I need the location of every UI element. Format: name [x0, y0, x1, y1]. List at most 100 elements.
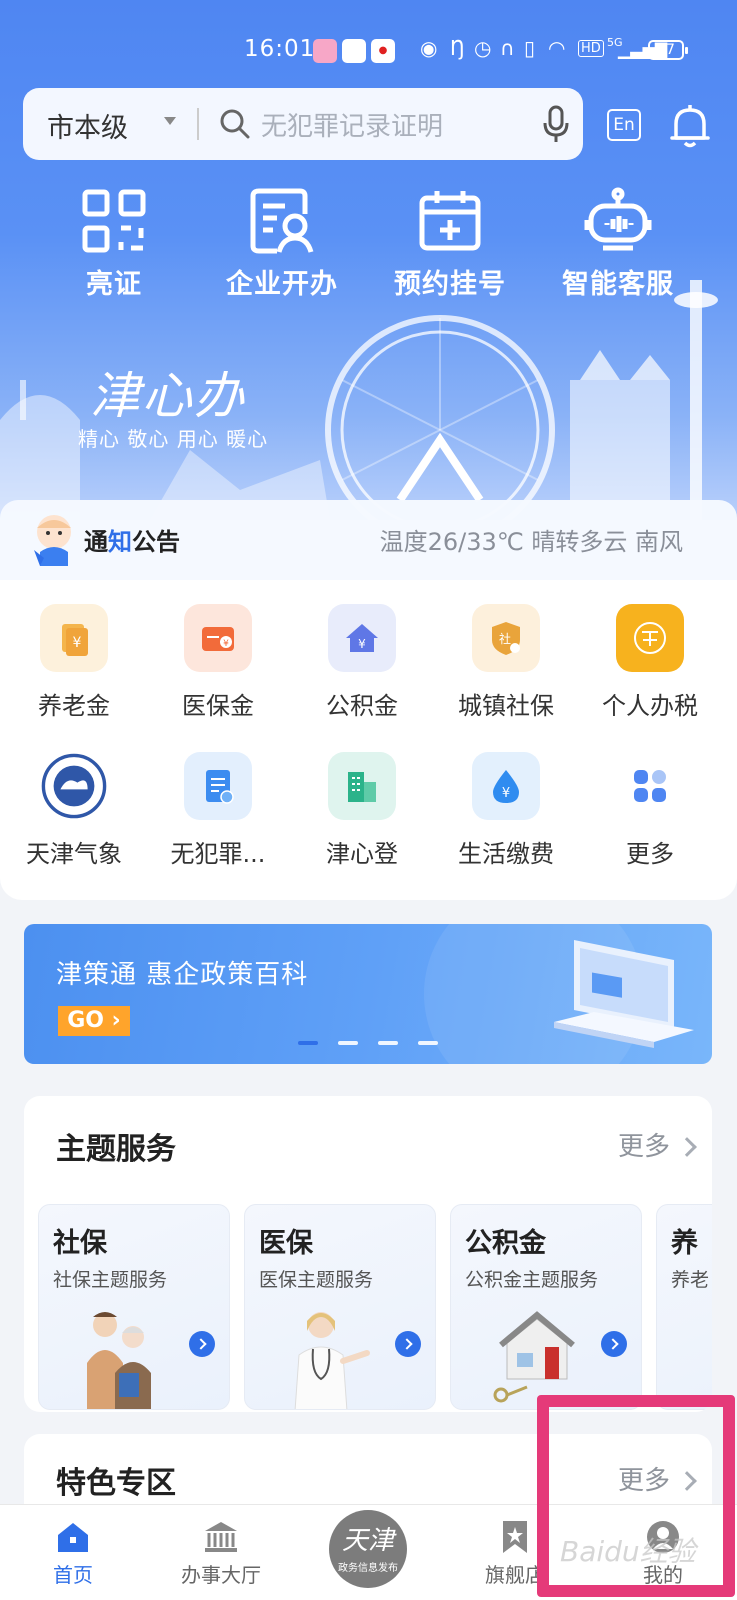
theme-card-housing-fund[interactable]: 公积金 公积金主题服务	[450, 1204, 642, 1410]
mascot-icon	[34, 515, 71, 566]
bell-icon[interactable]	[668, 102, 712, 150]
nav-label: 办事大厅	[181, 1563, 261, 1587]
service-personal-tax[interactable]: 个人办税	[580, 604, 720, 721]
home-icon	[58, 1523, 88, 1552]
quick-action-label: 预约挂号	[394, 269, 506, 300]
notice-bar[interactable]: 通知公告 温度26/33℃ 晴转多云 南风	[0, 500, 737, 580]
nav-center-caption: 政务信息发布	[338, 1563, 398, 1574]
service-label: 养老金	[38, 692, 110, 720]
section-title: 特色专区	[56, 1466, 176, 1501]
svg-text:¥: ¥	[502, 786, 510, 801]
policy-banner[interactable]: 津策通 惠企政策百科 GO ›	[24, 924, 712, 1064]
theme-card-medical-insurance[interactable]: 医保 医保主题服务	[244, 1204, 436, 1410]
service-housing-fund[interactable]: ¥ 公积金	[292, 604, 432, 721]
service-jinxindeng[interactable]: 津心登	[292, 752, 432, 869]
theme-card-title: 公积金	[465, 1228, 546, 1259]
robot-icon	[584, 187, 652, 251]
nav-tianjin-release[interactable]: 天津 政务信息发布	[329, 1510, 407, 1588]
quick-action-label: 企业开办	[226, 269, 338, 300]
svg-text:¥: ¥	[223, 639, 229, 649]
quick-action-appointment[interactable]: 预约挂号	[380, 186, 520, 301]
chevron-right-icon[interactable]	[677, 1137, 697, 1157]
app-notification-icon	[313, 39, 337, 63]
nav-service-hall[interactable]: 办事大厅	[166, 1519, 276, 1588]
svg-text:¥: ¥	[73, 635, 82, 651]
theme-card-subtitle: 养老	[671, 1269, 710, 1291]
search-input[interactable]: 无犯罪记录证明	[261, 106, 443, 143]
notice-title: 通知公告	[84, 522, 180, 557]
house-key-photo	[493, 1311, 575, 1403]
nfc-icon: Ŋ	[450, 36, 465, 60]
theme-card-title: 医保	[259, 1228, 313, 1259]
divider	[197, 108, 199, 140]
theme-card-title: 养	[671, 1228, 698, 1259]
quick-action-label: 智能客服	[562, 269, 674, 300]
more-link[interactable]: 更多	[618, 1126, 670, 1163]
service-medical-insurance[interactable]: ¥ 医保金	[148, 604, 288, 721]
nav-home[interactable]: 首页	[18, 1519, 128, 1588]
baidu-watermark: Baidu经验	[560, 1535, 696, 1568]
banner-go-button[interactable]: GO ›	[58, 1006, 130, 1036]
theme-card-subtitle: 社保主题服务	[53, 1269, 168, 1291]
pension-icon: ¥	[40, 604, 108, 672]
service-label: 无犯罪...	[170, 840, 266, 868]
eye-icon: ◉	[420, 36, 438, 60]
medical-insurance-icon: ¥	[184, 604, 252, 672]
search-bar[interactable]: 市本级 无犯罪记录证明	[23, 88, 583, 160]
hero-header: 16:01 ● ◉ Ŋ ◷ ∩ ▯ ◠ HD 5G ▁▃▅▇ 97 市本级 无犯…	[0, 0, 737, 520]
government-hall-icon	[205, 1522, 237, 1552]
notice-title-part: 公告	[132, 528, 180, 556]
qr-grid-icon	[82, 189, 146, 253]
theme-card-title: 社保	[53, 1228, 107, 1259]
service-label: 更多	[626, 840, 674, 868]
theme-card-subtitle: 医保主题服务	[259, 1269, 374, 1291]
bookmark-star-icon	[503, 1521, 527, 1553]
arrow-right-icon[interactable]	[189, 1331, 215, 1357]
notice-title-highlight: 知	[108, 528, 132, 556]
nav-label: 首页	[53, 1563, 93, 1587]
quick-action-smart-service[interactable]: 智能客服	[548, 186, 688, 301]
region-selector[interactable]: 市本级	[47, 106, 128, 145]
alarm-icon: ◷	[474, 36, 492, 60]
quick-action-label: 亮证	[86, 269, 142, 300]
carousel-dot[interactable]	[378, 1041, 398, 1045]
service-label: 城镇社保	[458, 692, 554, 720]
service-tianjin-weather[interactable]: 天津气象	[4, 752, 144, 869]
svg-text:社: 社	[499, 631, 511, 646]
service-pension[interactable]: ¥ 养老金	[4, 604, 144, 721]
certificate-icon	[184, 752, 252, 820]
status-bar: 16:01 ● ◉ Ŋ ◷ ∩ ▯ ◠ HD 5G ▁▃▅▇ 97	[0, 30, 737, 70]
arrow-right-icon[interactable]	[395, 1331, 421, 1357]
app-notification-icon	[342, 39, 366, 63]
microphone-icon[interactable]	[541, 104, 571, 144]
social-security-icon: 社	[472, 604, 540, 672]
battery-indicator: 97	[648, 40, 688, 60]
theme-card-subtitle: 公积金主题服务	[465, 1269, 599, 1291]
theme-services-section: 主题服务 更多 社保 社保主题服务 医保 医保主题服务 公积金 公积金主题服务	[24, 1096, 712, 1412]
theme-card-pension[interactable]: 养 养老	[656, 1204, 712, 1410]
service-social-security[interactable]: 社 城镇社保	[436, 604, 576, 721]
language-button[interactable]: En	[607, 109, 641, 141]
water-drop-icon: ¥	[472, 752, 540, 820]
calendar-plus-icon	[419, 191, 481, 251]
status-time: 16:01	[244, 36, 316, 62]
service-utility-payment[interactable]: ¥ 生活缴费	[436, 752, 576, 869]
family-photo	[87, 1312, 151, 1409]
service-no-criminal-record[interactable]: 无犯罪...	[148, 752, 288, 869]
quick-action-business-setup[interactable]: 企业开办	[212, 186, 352, 301]
arrow-right-icon[interactable]	[601, 1331, 627, 1357]
carousel-dot[interactable]	[338, 1041, 358, 1045]
hd-icon: HD	[578, 40, 604, 57]
app-notification-icon: ●	[371, 39, 395, 63]
caret-down-icon[interactable]	[164, 117, 176, 125]
theme-card-social-security[interactable]: 社保 社保主题服务	[38, 1204, 230, 1410]
quick-action-show-license[interactable]: 亮证	[44, 186, 184, 301]
doctor-photo	[294, 1312, 370, 1409]
carousel-dot[interactable]	[298, 1041, 318, 1045]
service-more[interactable]: 更多	[580, 752, 720, 869]
housing-fund-icon: ¥	[328, 604, 396, 672]
carousel-dot[interactable]	[418, 1041, 438, 1045]
service-label: 个人办税	[602, 692, 698, 720]
brand-logo: 津心办	[90, 367, 246, 425]
banner-title: 津策通 惠企政策百科	[56, 960, 309, 990]
